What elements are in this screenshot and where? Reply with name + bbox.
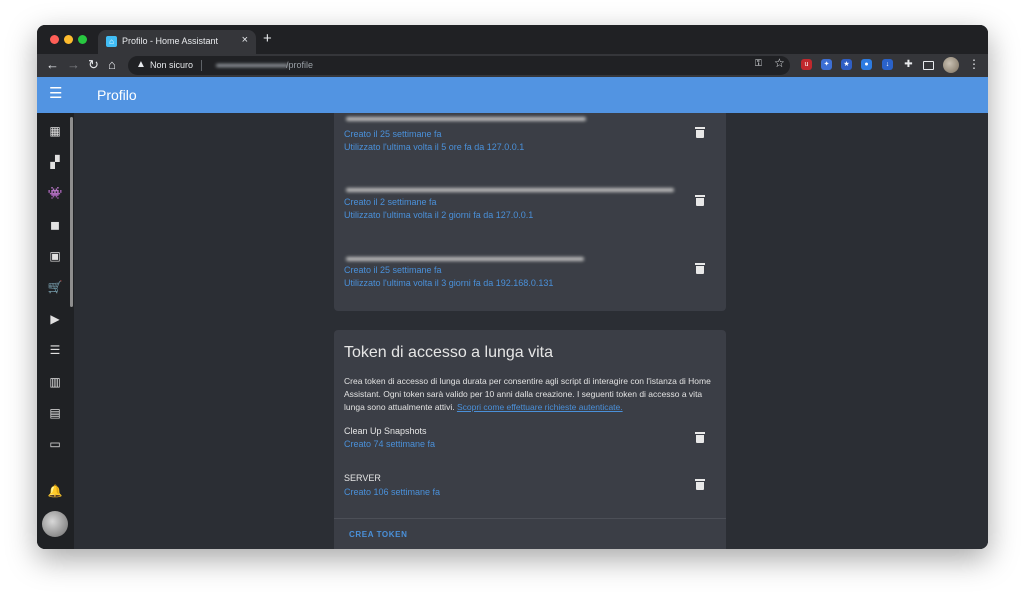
browser-tab[interactable]: ⌂ Profilo - Home Assistant × <box>98 30 256 54</box>
entity-icon[interactable]: ◼ <box>47 217 63 233</box>
key-icon[interactable]: ⚿ <box>755 58 762 69</box>
shopping-cart-icon[interactable]: 🛒 <box>47 279 63 295</box>
tab-close-icon[interactable]: × <box>242 34 248 46</box>
token-created: Creato il 25 settimane fa <box>344 265 442 275</box>
calendar-icon[interactable]: ▣ <box>47 248 63 264</box>
long-lived-token-name: Clean Up Snapshots <box>344 426 427 436</box>
token-last-used: Utilizzato l'ultima volta il 2 giorni fa… <box>344 210 534 220</box>
circle-extension-icon[interactable]: ● <box>861 59 872 70</box>
card-title: Token di accesso a lunga vita <box>344 344 554 361</box>
browser-menu-icon[interactable]: ⋮ <box>968 57 980 71</box>
map-icon[interactable]: ▦ <box>47 123 63 139</box>
refresh-tokens-card: Creato il 25 settimane fa Utilizzato l'u… <box>334 113 726 311</box>
address-separator <box>201 60 202 71</box>
app-header: ☰ Profilo <box>37 77 988 113</box>
home-icon[interactable]: ⌂ <box>108 57 116 73</box>
user-avatar[interactable] <box>42 511 68 537</box>
cast-icon[interactable] <box>923 61 934 70</box>
token-name-blurred <box>346 257 584 261</box>
authenticated-requests-link[interactable]: Scopri come effettuare richieste autenti… <box>457 402 623 412</box>
browser-toolbar: ← → ↻ ⌂ ▲ Non sicuro /profile ⚿ ☆ u ✦ ★ … <box>37 54 988 77</box>
hacs-icon[interactable]: 👾 <box>47 185 63 201</box>
long-lived-token-created: Creato 106 settimane fa <box>344 487 441 497</box>
warning-icon: ▲ <box>136 59 146 70</box>
delete-token-icon[interactable] <box>695 432 705 443</box>
history-icon[interactable]: ▥ <box>47 374 63 390</box>
url-path: /profile <box>286 60 314 70</box>
maximize-window-button[interactable] <box>78 35 87 44</box>
delete-token-icon[interactable] <box>695 479 705 490</box>
token-name-blurred <box>346 188 674 192</box>
delete-token-icon[interactable] <box>695 263 705 274</box>
notifications-icon[interactable]: 🔔 <box>47 483 63 499</box>
delete-token-icon[interactable] <box>695 195 705 206</box>
media-icon[interactable]: ▶ <box>47 311 63 327</box>
extensions-puzzle-icon[interactable]: ✚ <box>903 59 914 70</box>
back-arrow-icon[interactable]: ← <box>46 57 59 73</box>
token-last-used: Utilizzato l'ultima volta il 5 ore fa da… <box>344 142 525 152</box>
browser-profile-avatar[interactable] <box>943 57 959 73</box>
tab-title: Profilo - Home Assistant <box>122 36 219 46</box>
card-description: Crea token di accesso di lunga durata pe… <box>344 375 719 414</box>
ublock-extension-icon[interactable]: u <box>801 59 812 70</box>
download-extension-icon[interactable]: ↓ <box>882 59 893 70</box>
token-name-blurred <box>346 117 586 121</box>
page-title: Profilo <box>97 87 137 103</box>
minimize-window-button[interactable] <box>64 35 73 44</box>
long-lived-tokens-card: Token di accesso a lunga vita Crea token… <box>334 330 726 549</box>
tab-bar: ⌂ Profilo - Home Assistant × + <box>37 25 988 54</box>
long-lived-token-name: SERVER <box>344 473 381 483</box>
list-icon[interactable]: ☰ <box>47 342 63 358</box>
delete-token-icon[interactable] <box>695 127 705 138</box>
home-assistant-favicon-icon: ⌂ <box>106 36 117 47</box>
bookmark-star-icon[interactable]: ☆ <box>774 56 785 70</box>
card-divider <box>334 518 726 519</box>
blurred-host <box>216 64 288 67</box>
address-bar[interactable]: ▲ Non sicuro /profile <box>128 56 790 75</box>
new-tab-button[interactable]: + <box>263 31 272 47</box>
security-label[interactable]: Non sicuro <box>150 60 193 70</box>
token-created: Creato il 2 settimane fa <box>344 197 437 207</box>
logbook-icon[interactable]: ▤ <box>47 405 63 421</box>
browser-window: ⌂ Profilo - Home Assistant × + ← → ↻ ⌂ ▲… <box>37 25 988 549</box>
puzzle-extension-icon[interactable]: ✦ <box>821 59 832 70</box>
star-extension-icon[interactable]: ★ <box>841 59 852 70</box>
reload-icon[interactable]: ↻ <box>88 57 99 73</box>
hamburger-menu-icon[interactable]: ☰ <box>49 85 62 103</box>
main-content: Creato il 25 settimane fa Utilizzato l'u… <box>74 113 988 549</box>
dashboard-icon[interactable]: ▞ <box>47 154 63 170</box>
forward-arrow-icon[interactable]: → <box>67 57 80 73</box>
close-window-button[interactable] <box>50 35 59 44</box>
sidebar-scrollbar[interactable] <box>70 117 73 307</box>
token-created: Creato il 25 settimane fa <box>344 129 442 139</box>
create-token-button[interactable]: CREA TOKEN <box>349 530 407 539</box>
long-lived-token-created: Creato 74 settimane fa <box>344 439 436 449</box>
terminal-icon[interactable]: ▭ <box>47 436 63 452</box>
token-last-used: Utilizzato l'ultima volta il 3 giorni fa… <box>344 278 554 288</box>
sidebar: ▦ ▞ 👾 ◼ ▣ 🛒 ▶ ☰ ▥ ▤ ▭ 🔔 <box>37 113 74 549</box>
